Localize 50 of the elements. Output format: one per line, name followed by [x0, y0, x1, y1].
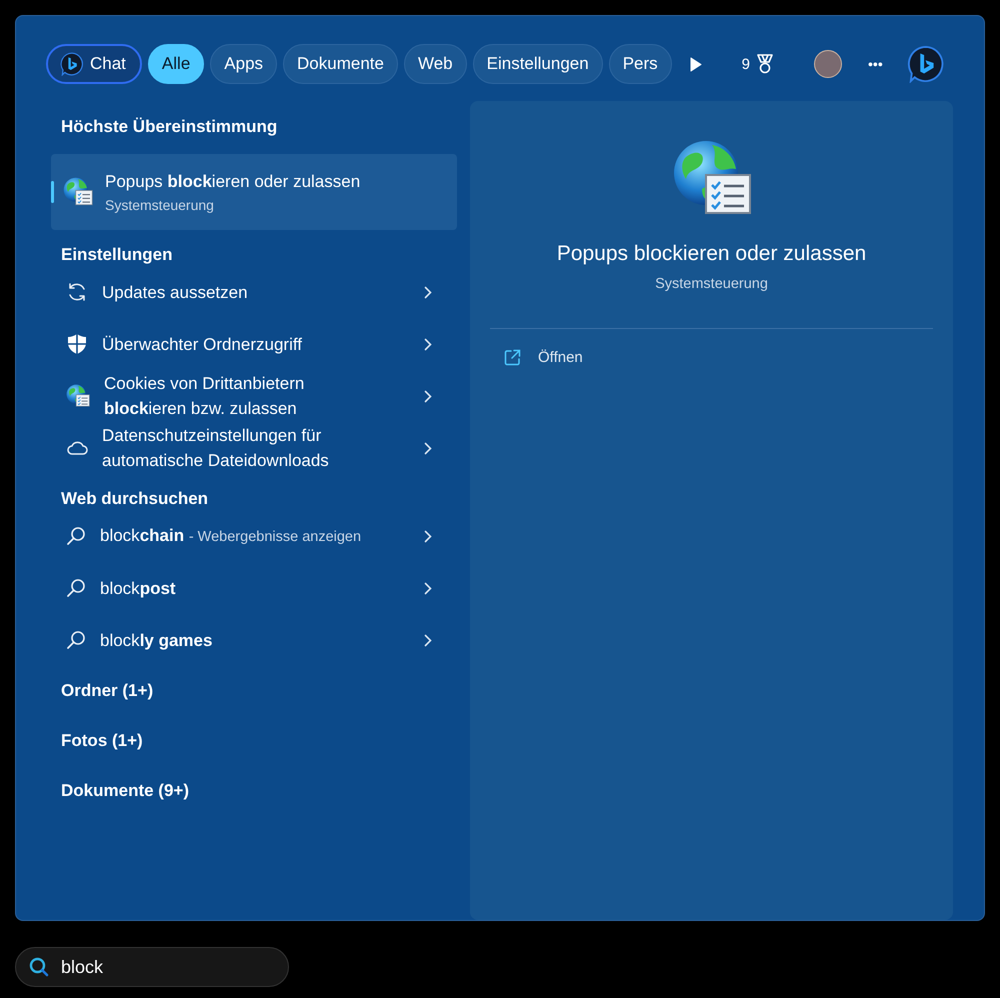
web-search-item[interactable]: blockpost: [51, 562, 457, 614]
preview-title: Popups blockieren oder zulassen: [556, 242, 866, 266]
chevron-right-icon: [424, 442, 432, 454]
bing-logo-icon: [906, 45, 945, 83]
chevron-right-icon: [424, 530, 432, 542]
search-field[interactable]: block: [15, 947, 289, 987]
best-match-item[interactable]: Popups blockieren oder zulassen Systemsteuerung: [51, 154, 457, 230]
search-icon: [66, 526, 86, 546]
globe-checklist-icon: [66, 384, 90, 408]
bing-logo-icon: [60, 52, 84, 76]
filter-tab[interactable]: Web: [404, 44, 467, 84]
shield-icon: [66, 333, 88, 355]
search-icon: [66, 578, 86, 598]
avatar[interactable]: [814, 50, 842, 78]
settings-result-item[interactable]: Cookies von Drittanbietern blockieren bzw. zulassen: [51, 370, 457, 422]
medal-icon[interactable]: [756, 54, 774, 74]
selection-indicator: [51, 181, 54, 203]
result-title: Popups blockieren oder zulassen: [105, 172, 360, 192]
open-action[interactable]: Öffnen: [504, 349, 583, 366]
result-subtitle: Systemsteuerung: [105, 196, 215, 212]
chevron-right-icon: [424, 338, 432, 350]
settings-result-item[interactable]: Überwachter Ordnerzugriff: [51, 318, 457, 370]
filter-tab[interactable]: Dokumente: [283, 44, 398, 84]
rewards-points: 9: [742, 56, 750, 72]
chevron-right-icon: [424, 634, 432, 646]
section-heading: Web durchsuchen: [60, 488, 210, 510]
section-heading: Einstellungen: [60, 244, 174, 266]
settings-result-item[interactable]: Updates aussetzen: [51, 266, 457, 318]
cloud-icon: [66, 440, 88, 456]
filter-tab[interactable]: Alle: [148, 44, 204, 84]
filter-tab[interactable]: Pers: [608, 44, 672, 84]
more-button[interactable]: •••: [864, 56, 887, 72]
section-heading: Höchste Übereinstimmung: [60, 116, 278, 138]
settings-result-item[interactable]: Datenschutzeinstellungen für automatische Dateidownloads: [51, 422, 457, 474]
search-icon: [66, 630, 86, 650]
category-heading[interactable]: Dokumente (9+): [51, 766, 457, 816]
web-search-item[interactable]: blockchain - Webergebnisse anzeigen: [51, 510, 457, 562]
chevron-right-icon: [424, 286, 432, 298]
globe-checklist-icon: [63, 177, 93, 207]
chevron-right-icon: [424, 390, 432, 402]
preview-subtitle: Systemsteuerung: [655, 276, 768, 292]
filter-tab[interactable]: Einstellungen: [472, 44, 603, 84]
external-link-icon: [504, 349, 521, 366]
chevron-right-icon: [424, 582, 432, 594]
filter-tab[interactable]: Apps: [210, 44, 278, 84]
category-heading[interactable]: Fotos (1+): [51, 716, 457, 766]
play-icon[interactable]: [690, 56, 702, 72]
web-search-item[interactable]: blockly games: [51, 614, 457, 666]
filter-tab[interactable]: Chat: [46, 44, 142, 84]
category-heading[interactable]: Ordner (1+): [51, 666, 457, 716]
